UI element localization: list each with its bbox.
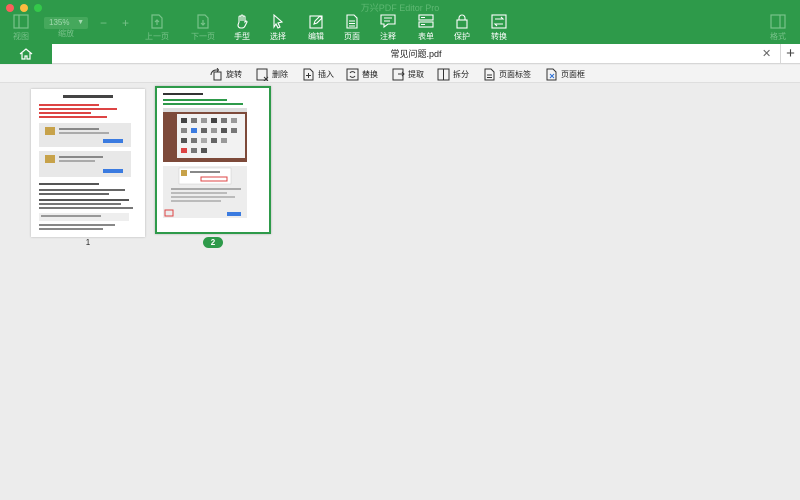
edit-label: 编辑 xyxy=(308,32,324,41)
page-thumbnail-2[interactable] xyxy=(155,86,271,234)
view-button[interactable]: 视图 xyxy=(6,14,36,42)
page-down-icon xyxy=(197,14,209,29)
tab-bar: 常见问题.pdf ✕ + xyxy=(0,44,800,64)
document-tab-title[interactable]: 常见问题.pdf xyxy=(52,44,780,64)
minus-icon: − xyxy=(100,16,108,30)
comment-label: 注释 xyxy=(380,32,396,41)
main-toolbar: 万兴PDF Editor Pro 视图 135% ▼ 缩放 − + 上一页 下一… xyxy=(0,0,800,44)
replace-button[interactable]: 替换 xyxy=(346,68,386,81)
form-tool-button[interactable]: 表单 xyxy=(416,14,436,42)
new-tab-button[interactable]: + xyxy=(780,44,800,64)
replace-icon xyxy=(346,68,359,81)
prev-page-button[interactable]: 上一页 xyxy=(144,14,170,42)
page-thumbnails-area: 1 2 xyxy=(0,84,800,500)
select-label: 选择 xyxy=(270,32,286,41)
protect-label: 保护 xyxy=(454,32,470,41)
convert-icon xyxy=(491,14,507,29)
page-box-icon xyxy=(546,68,557,81)
next-page-label: 下一页 xyxy=(191,32,215,41)
extract-button[interactable]: 提取 xyxy=(392,68,432,81)
delete-page-icon xyxy=(256,68,269,81)
page-label-icon xyxy=(484,68,495,81)
page-tool-button[interactable]: 页面 xyxy=(342,14,362,42)
plus-icon: + xyxy=(786,45,795,62)
extract-label: 提取 xyxy=(408,70,424,79)
page-number-2-badge: 2 xyxy=(203,237,223,248)
delete-label: 删除 xyxy=(272,70,288,79)
protect-tool-button[interactable]: 保护 xyxy=(452,14,472,42)
home-icon xyxy=(19,48,33,60)
page-icon xyxy=(346,14,358,29)
replace-label: 替换 xyxy=(362,70,378,79)
page-thumbnail-1[interactable] xyxy=(31,89,145,237)
page-label-label: 页面标签 xyxy=(499,70,531,79)
home-tab[interactable] xyxy=(0,44,52,64)
view-label: 视图 xyxy=(13,32,29,41)
split-icon xyxy=(437,68,450,81)
edit-icon xyxy=(309,15,323,29)
cursor-icon xyxy=(273,14,284,29)
form-label: 表单 xyxy=(418,32,434,41)
next-page-button[interactable]: 下一页 xyxy=(190,14,216,42)
insert-label: 插入 xyxy=(318,70,334,79)
rotate-button[interactable]: 旋转 xyxy=(210,68,250,81)
convert-label: 转换 xyxy=(491,32,507,41)
insert-page-icon xyxy=(303,68,314,81)
rotate-label: 旋转 xyxy=(226,70,242,79)
rotate-icon xyxy=(210,68,222,81)
page-1-preview xyxy=(39,95,133,230)
page-box-button[interactable]: 页面框 xyxy=(545,68,595,81)
page-label: 页面 xyxy=(344,32,360,41)
close-tab-button[interactable]: ✕ xyxy=(762,48,771,60)
comment-tool-button[interactable]: 注释 xyxy=(378,14,398,42)
format-panel-icon xyxy=(770,14,786,29)
delete-button[interactable]: 删除 xyxy=(256,68,296,81)
page-up-icon xyxy=(151,14,163,29)
prev-page-label: 上一页 xyxy=(145,32,169,41)
format-label: 格式 xyxy=(770,32,786,41)
convert-tool-button[interactable]: 转换 xyxy=(489,14,509,42)
window-title: 万兴PDF Editor Pro xyxy=(360,3,440,13)
comment-icon xyxy=(380,14,396,29)
split-button[interactable]: 拆分 xyxy=(437,68,477,81)
page-actions-bar: 旋转 删除 插入 替换 提取 拆分 页面标签 页面框 xyxy=(0,65,800,83)
page-number-1: 1 xyxy=(85,238,91,247)
split-label: 拆分 xyxy=(453,70,469,79)
extract-icon xyxy=(392,68,405,81)
hand-tool-button[interactable]: 手型 xyxy=(232,14,252,42)
zoom-label: 缩放 xyxy=(58,29,74,38)
sidebar-icon xyxy=(13,14,29,29)
select-tool-button[interactable]: 选择 xyxy=(268,14,288,42)
format-panel-button[interactable]: 格式 xyxy=(766,14,790,42)
close-icon: ✕ xyxy=(762,48,772,60)
zoom-in-button[interactable]: + xyxy=(122,16,129,30)
zoom-out-button[interactable]: − xyxy=(100,16,107,30)
hand-icon xyxy=(237,14,248,29)
page-2-preview xyxy=(163,93,247,218)
edit-tool-button[interactable]: 编辑 xyxy=(306,14,326,42)
page-label-button[interactable]: 页面标签 xyxy=(483,68,539,81)
page-box-label: 页面框 xyxy=(561,70,585,79)
insert-button[interactable]: 插入 xyxy=(302,68,342,81)
hand-label: 手型 xyxy=(234,32,250,41)
form-icon xyxy=(418,14,434,28)
plus-icon: + xyxy=(122,16,130,30)
lock-icon xyxy=(456,14,468,29)
